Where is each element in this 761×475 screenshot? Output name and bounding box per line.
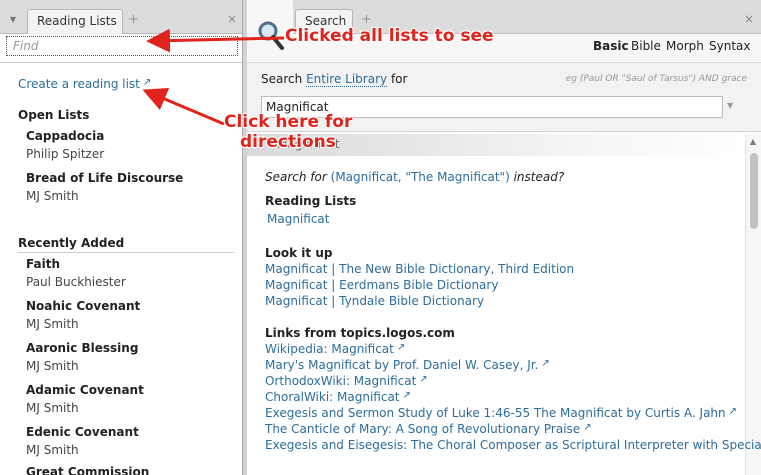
topic-link[interactable]: Mary's Magnificat by Prof. Daniel W. Cas…: [265, 358, 550, 372]
add-tab-button[interactable]: +: [361, 12, 372, 27]
topic-link[interactable]: OrthodoxWiki: Magnificat ↗: [265, 374, 428, 388]
list-item-title[interactable]: Adamic Covenant: [26, 383, 144, 397]
search-panel: Search + × Basic Bible Morph Syntax Sear…: [247, 0, 761, 475]
external-link-icon: ↗: [402, 390, 411, 401]
close-panel-button[interactable]: ×: [744, 12, 754, 26]
close-panel-button[interactable]: ×: [227, 12, 237, 26]
annotation-text: Click here for: [224, 112, 353, 132]
list-item-title[interactable]: Edenic Covenant: [26, 425, 139, 439]
panel-menu-dropdown-icon[interactable]: ▼: [3, 10, 23, 30]
section-divider: [18, 252, 234, 253]
annotation-text: Clicked all lists to see: [285, 26, 494, 46]
topic-link-label: The Canticle of Mary: A Song of Revoluti…: [265, 422, 581, 436]
open-lists-heading: Open Lists: [18, 108, 90, 122]
list-item-title[interactable]: Noahic Covenant: [26, 299, 140, 313]
list-item-author[interactable]: Paul Buckhiester: [26, 275, 126, 289]
topic-link-label: Exegesis and Eisegesis: The Choral Compo…: [265, 438, 761, 452]
topic-link-label: OrthodoxWiki: Magnificat: [265, 374, 417, 388]
add-tab-button[interactable]: +: [128, 12, 139, 27]
list-item-author[interactable]: MJ Smith: [26, 359, 79, 373]
list-item-author[interactable]: MJ Smith: [26, 401, 79, 415]
search-scope-line: Search Entire Library for: [261, 72, 408, 87]
mode-morph[interactable]: Morph: [666, 39, 704, 53]
list-item-title[interactable]: Faith: [26, 257, 60, 271]
search-suffix: for: [390, 72, 408, 86]
list-item-title[interactable]: Aaronic Blessing: [26, 341, 138, 355]
dictionary-result-link[interactable]: Magnificat | The New Bible Dictionary, T…: [265, 262, 574, 276]
topic-link[interactable]: Exegesis and Sermon Study of Luke 1:46-5…: [265, 406, 737, 420]
external-link-icon: ↗: [419, 374, 428, 385]
suggestion-prefix: Search for: [265, 170, 327, 184]
mode-bible[interactable]: Bible: [631, 39, 661, 53]
list-item-author[interactable]: MJ Smith: [26, 189, 79, 203]
suggestion-link[interactable]: (Magnificat, "The Magnificat"): [331, 170, 510, 184]
search-prefix: Search: [261, 72, 303, 86]
scrollbar-thumb[interactable]: [750, 153, 758, 229]
list-item-author[interactable]: Philip Spitzer: [26, 147, 104, 161]
list-item-title[interactable]: Great Commission: [26, 465, 149, 475]
topic-link[interactable]: ChoralWiki: Magnificat ↗: [265, 390, 411, 404]
topic-link-label: Wikipedia: Magnificat: [265, 342, 394, 356]
scope-selector[interactable]: Entire Library: [306, 72, 388, 87]
tab-reading-lists[interactable]: Reading Lists: [27, 9, 123, 34]
divider: [0, 62, 242, 63]
external-link-icon: ↗: [142, 77, 152, 88]
dictionary-result-link[interactable]: Magnificat | Eerdmans Bible Dictionary: [265, 278, 498, 292]
list-item-title[interactable]: Bread of Life Discourse: [26, 171, 183, 185]
topic-link[interactable]: The Canticle of Mary: A Song of Revoluti…: [265, 422, 592, 436]
example-hint: eg (Paul OR "Saul of Tarsus") AND grace: [565, 74, 747, 84]
topic-link[interactable]: Wikipedia: Magnificat ↗: [265, 342, 405, 356]
topic-link-label: Exegesis and Sermon Study of Luke 1:46-5…: [265, 406, 726, 420]
mode-syntax[interactable]: Syntax: [709, 39, 750, 53]
reading-lists-heading: Reading Lists: [265, 194, 357, 208]
magnifier-icon: [258, 21, 284, 50]
list-item-author[interactable]: MJ Smith: [26, 317, 79, 331]
create-reading-list-label: Create a reading list: [18, 77, 140, 91]
list-item-author[interactable]: MJ Smith: [26, 443, 79, 457]
mode-basic[interactable]: Basic: [593, 39, 629, 53]
suggestion-suffix: instead?: [513, 170, 565, 184]
reading-lists-tabbar: ▼ Reading Lists + ×: [0, 0, 242, 34]
search-history-dropdown-icon[interactable]: ▼: [727, 101, 733, 110]
tab-label: Reading Lists: [37, 14, 117, 28]
external-link-icon: ↗: [541, 358, 550, 369]
external-link-icon: ↗: [728, 406, 738, 417]
external-link-icon: ↗: [583, 422, 592, 433]
topic-link[interactable]: Exegesis and Eisegesis: The Choral Compo…: [265, 438, 761, 452]
look-it-up-heading: Look it up: [265, 246, 333, 260]
topic-link-label: Mary's Magnificat by Prof. Daniel W. Cas…: [265, 358, 539, 372]
topics-heading: Links from topics.logos.com: [265, 326, 455, 340]
create-reading-list-link[interactable]: Create a reading list ↗: [18, 77, 151, 91]
scroll-up-icon[interactable]: ▲: [750, 137, 756, 146]
annotation-text: directions: [240, 132, 336, 152]
reading-list-result-link[interactable]: Magnificat: [267, 212, 329, 226]
topic-link-label: ChoralWiki: Magnificat: [265, 390, 400, 404]
dictionary-result-link[interactable]: Magnificat | Tyndale Bible Dictionary: [265, 294, 484, 308]
find-input[interactable]: Find: [6, 36, 238, 56]
search-suggestion: Search for (Magnificat, "The Magnificat"…: [265, 170, 564, 184]
list-item-title[interactable]: Cappadocia: [26, 129, 104, 143]
recently-added-heading: Recently Added: [18, 236, 125, 250]
external-link-icon: ↗: [396, 342, 406, 353]
reading-lists-panel: ▼ Reading Lists + × Find Create a readin…: [0, 0, 243, 475]
